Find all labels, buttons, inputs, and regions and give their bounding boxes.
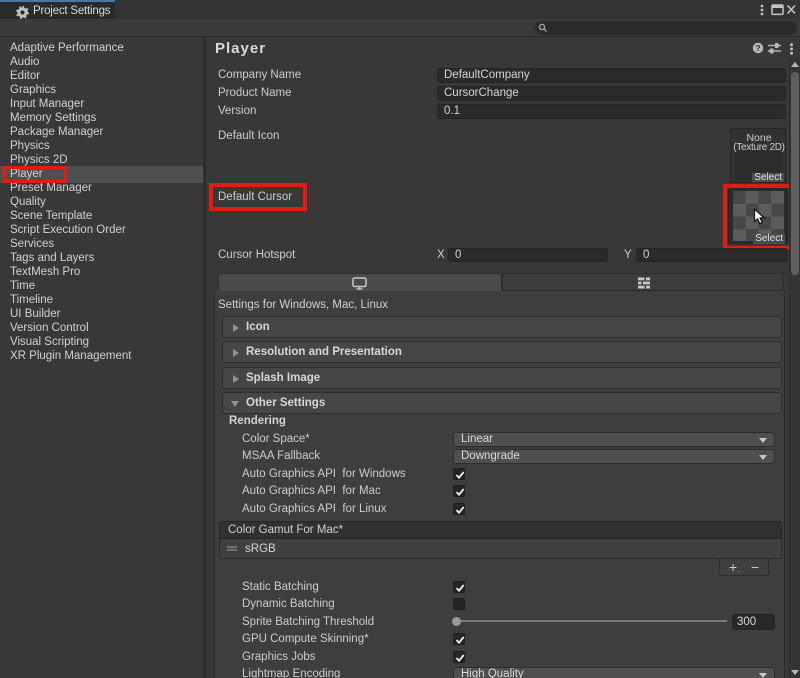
svg-text:?: ?	[755, 43, 760, 53]
